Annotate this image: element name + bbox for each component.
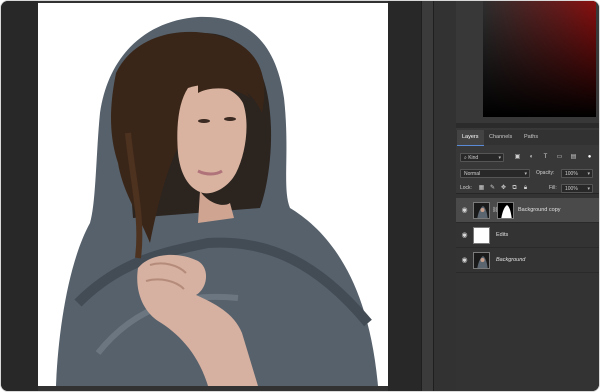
panel-dock-strip — [433, 1, 457, 391]
chevron-down-icon: ▾ — [498, 155, 501, 161]
tab-layers[interactable]: Layers — [457, 130, 484, 146]
layer-row-background-copy[interactable]: ◉ ⛓ Background copy — [456, 198, 599, 223]
layer-name: Background copy — [518, 207, 561, 213]
layer-name: Edits — [496, 232, 509, 238]
filter-toggle-icon[interactable]: ● — [586, 154, 593, 161]
lock-image-icon[interactable]: ✎ — [489, 185, 496, 192]
filter-type-icon[interactable]: T — [542, 154, 549, 161]
eye-icon[interactable]: ◉ — [460, 231, 469, 240]
blend-row: Normal ▾ Opacity: 100% ▾ — [456, 167, 599, 180]
filter-pixel-icon[interactable]: ▣ — [514, 154, 521, 161]
chevron-down-icon: ▾ — [524, 171, 527, 177]
layer-row-edits[interactable]: ◉ Edits — [456, 223, 599, 248]
fill-field[interactable]: 100% ▾ — [561, 184, 593, 193]
right-panel: Layers Channels Paths ⌕ Kind ▾ ▣ ◐ T ▭ ▤… — [456, 1, 599, 391]
tab-paths[interactable]: Paths — [519, 130, 543, 145]
filter-kind-select[interactable]: ⌕ Kind ▾ — [460, 153, 504, 162]
blend-mode-select[interactable]: Normal ▾ — [460, 169, 530, 178]
panel-divider — [456, 123, 599, 128]
blend-mode-value: Normal — [464, 171, 481, 177]
opacity-value: 100% — [565, 171, 578, 177]
photoshop-window: Layers Channels Paths ⌕ Kind ▾ ▣ ◐ T ▭ ▤… — [0, 0, 600, 392]
lock-transparent-icon[interactable]: ▦ — [478, 185, 485, 192]
layer-name: Background — [496, 257, 526, 263]
layer-thumbnail — [473, 227, 490, 244]
layers-list: ◉ ⛓ Background copy ◉ Edits ◉ Background — [456, 193, 599, 391]
lock-all-icon[interactable]: 🔒︎ — [522, 185, 529, 192]
filter-smart-object-icon[interactable]: ▤ — [570, 154, 577, 161]
layer-thumbnail — [473, 252, 490, 269]
fill-label: Fill: — [549, 185, 557, 191]
eye-icon[interactable]: ◉ — [460, 206, 469, 215]
layer-thumbnail — [473, 202, 490, 219]
chevron-down-icon: ▾ — [587, 171, 590, 177]
portrait-image — [56, 16, 378, 386]
lock-label: Lock: — [460, 185, 472, 191]
eye-icon[interactable]: ◉ — [460, 256, 469, 265]
filter-adjustment-icon[interactable]: ◐ — [528, 154, 535, 161]
link-icon[interactable]: ⛓ — [492, 207, 498, 214]
canvas-left-gutter — [1, 1, 38, 391]
filter-row: ⌕ Kind ▾ ▣ ◐ T ▭ ▤ ● — [456, 151, 599, 164]
fill-value: 100% — [565, 186, 578, 192]
canvas-right-gutter — [388, 1, 421, 391]
opacity-field[interactable]: 100% ▾ — [561, 169, 593, 178]
filter-shape-icon[interactable]: ▭ — [556, 154, 563, 161]
color-picker-field[interactable] — [483, 1, 596, 117]
tab-channels[interactable]: Channels — [484, 130, 517, 145]
filter-kind-label: Kind — [468, 155, 479, 161]
opacity-label: Opacity: — [536, 170, 555, 176]
layer-row-background[interactable]: ◉ Background — [456, 248, 599, 273]
layer-mask-thumbnail[interactable] — [497, 202, 514, 219]
lock-artboard-icon[interactable]: ⧉ — [511, 185, 518, 192]
lock-position-icon[interactable]: ✥ — [500, 185, 507, 192]
document-canvas[interactable] — [38, 3, 388, 386]
panel-tabs: Layers Channels Paths — [456, 130, 599, 146]
